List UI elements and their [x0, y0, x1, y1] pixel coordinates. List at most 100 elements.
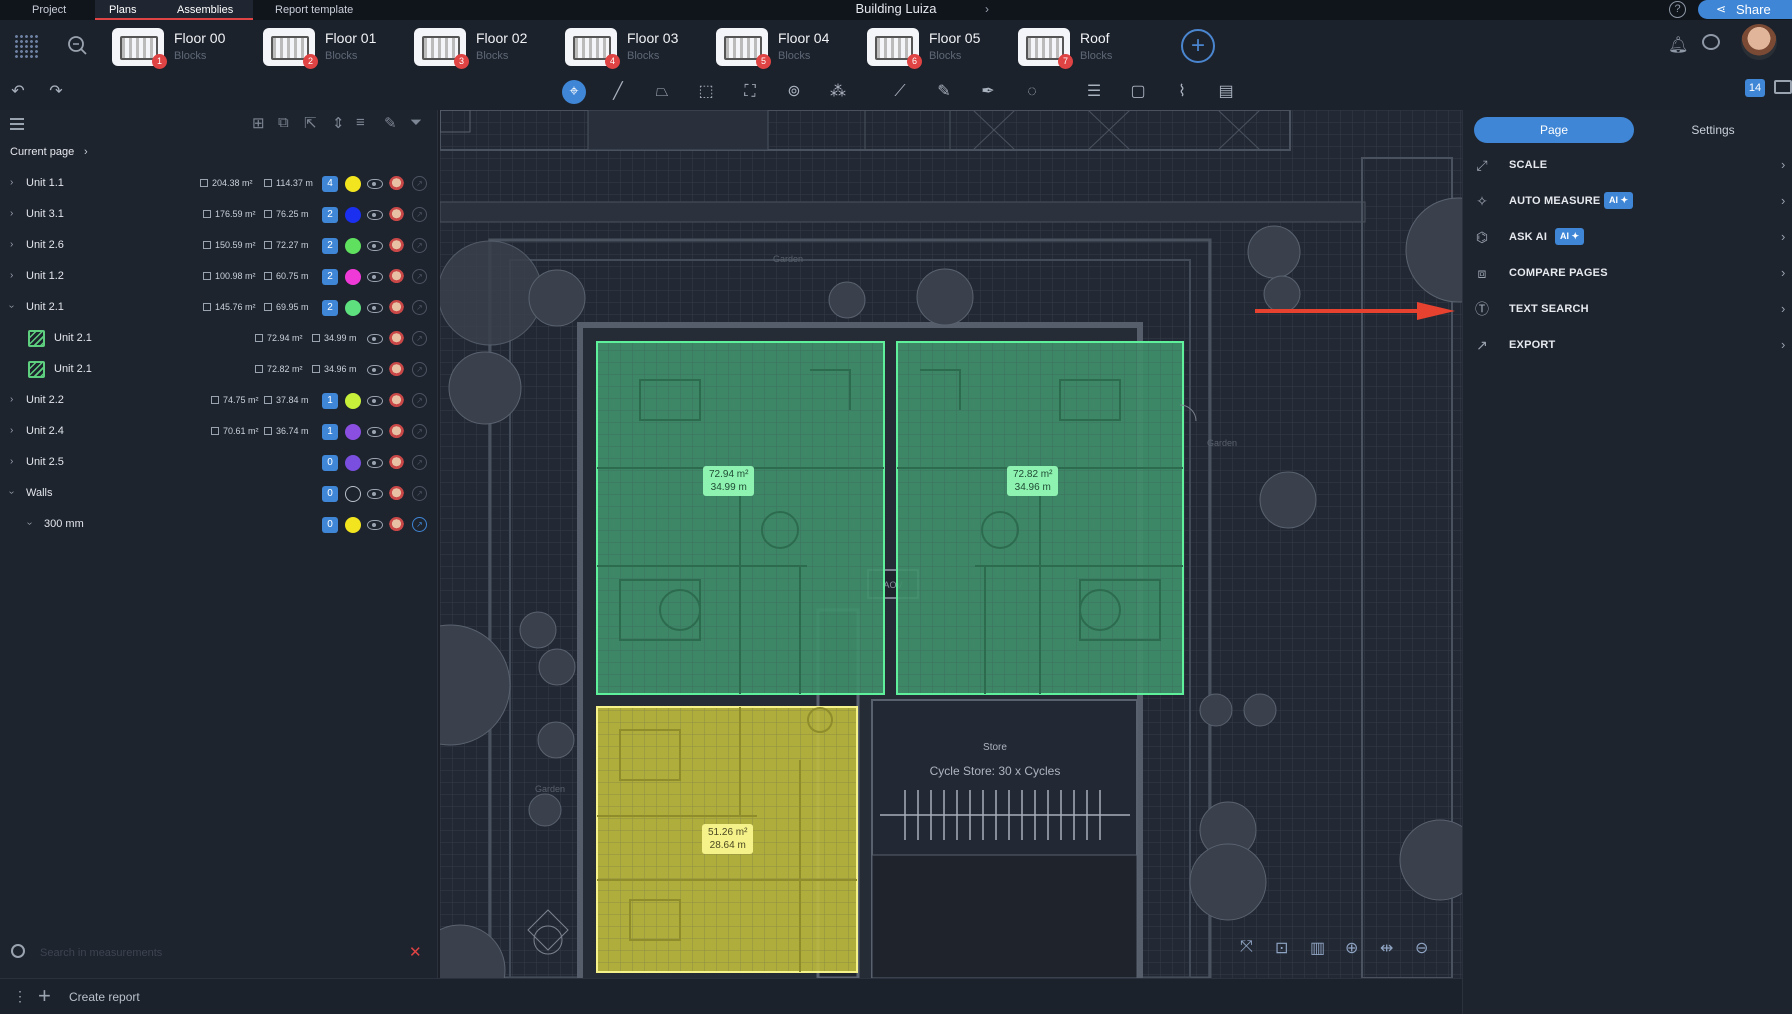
color-swatch[interactable] [345, 207, 361, 223]
ruler-tool-icon[interactable]: ⟋ [888, 80, 912, 104]
line-tool-icon[interactable]: ╱ [606, 80, 630, 104]
tab-project[interactable]: Project [18, 0, 80, 20]
visibility-eye-icon[interactable] [367, 365, 383, 375]
zoom-out-icon[interactable]: ⊖ [1415, 938, 1428, 958]
tab-settings[interactable]: Settings [1634, 117, 1792, 143]
zoom-area-icon[interactable]: ⊡ [1275, 938, 1288, 958]
chevron-right-icon[interactable]: › [10, 425, 13, 436]
list-icon[interactable]: ☰ [1082, 80, 1106, 104]
color-swatch[interactable] [345, 269, 361, 285]
duplicate-icon[interactable]: ⧉ [278, 114, 289, 131]
chevron-right-icon[interactable]: › [10, 270, 13, 281]
link-icon[interactable]: ↗ [412, 424, 427, 439]
area-tool-icon[interactable]: ⛶ [738, 80, 762, 104]
ai-measure-tool-icon[interactable]: ✎ [932, 80, 956, 104]
move-icon[interactable]: ⇱ [304, 114, 317, 132]
color-swatch[interactable] [345, 300, 361, 316]
color-swatch[interactable] [345, 455, 361, 471]
visibility-eye-icon[interactable] [367, 427, 383, 437]
visibility-eye-icon[interactable] [367, 179, 383, 189]
comments-icon[interactable] [1702, 34, 1720, 50]
redo-icon[interactable]: ↷ [44, 80, 68, 104]
fit-width-icon[interactable]: ⇹ [1380, 938, 1393, 958]
map-icon[interactable]: ▥ [1310, 938, 1325, 958]
layers-count-badge[interactable]: 14 [1745, 79, 1765, 97]
visibility-eye-icon[interactable] [367, 303, 383, 313]
help-icon[interactable]: ? [1669, 1, 1686, 18]
tree-row-unit-2-5[interactable]: › Unit 2.5 0 ↗ [0, 448, 438, 478]
visibility-eye-icon[interactable] [367, 489, 383, 499]
plan-floor-00[interactable]: 1 Floor 00 Blocks [112, 26, 258, 70]
plan-floor-05[interactable]: 6 Floor 05 Blocks [867, 26, 1013, 70]
pen-tool-icon[interactable]: ✒ [976, 80, 1000, 104]
lasso-tool-icon[interactable]: ◌ [1020, 80, 1044, 104]
chevron-right-icon[interactable]: › [10, 456, 13, 467]
color-swatch[interactable] [345, 176, 361, 192]
area-label-unit-1-1[interactable]: 51.26 m² 28.64 m [702, 824, 754, 854]
create-report-button[interactable]: Create report [69, 990, 140, 1004]
tab-page[interactable]: Page [1474, 117, 1634, 143]
visibility-eye-icon[interactable] [367, 241, 383, 251]
collapse-icon[interactable]: ⇕ [332, 114, 345, 132]
visibility-eye-icon[interactable] [367, 272, 383, 282]
menu-icon[interactable] [10, 118, 24, 130]
visibility-eye-icon[interactable] [367, 210, 383, 220]
tree-row-unit-1-1[interactable]: › Unit 1.1 204.38 m² 114.37 m 4 ↗ [0, 169, 438, 199]
chevron-right-icon[interactable]: › [10, 394, 13, 405]
menu-ask-ai[interactable]: ⌬ ASK AI AI ✦ › [1473, 224, 1792, 252]
zoom-in-icon[interactable]: ⊕ [1345, 938, 1358, 958]
link-icon[interactable]: ↗ [412, 331, 427, 346]
edit-icon[interactable]: ✎ [384, 114, 397, 132]
rectangle-tool-icon[interactable]: ⬚ [694, 80, 718, 104]
tree-row-unit-1-2[interactable]: › Unit 1.2 100.98 m² 60.75 m 2 ↗ [0, 262, 438, 292]
link-icon[interactable]: ↗ [412, 393, 427, 408]
color-swatch[interactable] [345, 486, 361, 502]
sort-icon[interactable]: ≡ [356, 114, 365, 131]
fit-screen-icon[interactable]: ⤧ [1240, 938, 1253, 956]
plan-canvas[interactable]: Store Cycle Store: 30 x Cycles AOV Garde… [440, 110, 1462, 978]
area-label-unit-2-1-a[interactable]: 72.94 m² 34.99 m [703, 466, 755, 496]
tree-row-walls[interactable]: › Walls 0 ↗ [0, 479, 438, 509]
link-icon[interactable]: ↗ [412, 362, 427, 377]
menu-auto-measure[interactable]: ✧ AUTO MEASURE AI ✦ › [1473, 188, 1792, 216]
polygon-tool-icon[interactable]: ⏢ [650, 80, 674, 104]
tree-row-unit-2-1-part-b[interactable]: Unit 2.1 72.82 m² 34.96 m ↗ [0, 355, 438, 385]
tree-row-unit-3-1[interactable]: › Unit 3.1 176.59 m² 76.25 m 2 ↗ [0, 200, 438, 230]
visibility-eye-icon[interactable] [367, 334, 383, 344]
visibility-eye-icon[interactable] [367, 396, 383, 406]
tab-report-template[interactable]: Report template [261, 0, 367, 20]
visibility-eye-icon[interactable] [367, 458, 383, 468]
group-tool-icon[interactable]: ⁂ [826, 80, 850, 104]
plan-floor-01[interactable]: 2 Floor 01 Blocks [263, 26, 409, 70]
menu-scale[interactable]: ⤢ SCALE › [1473, 152, 1792, 180]
chevron-right-icon[interactable]: › [10, 177, 13, 188]
search-icon[interactable] [66, 34, 88, 56]
color-swatch[interactable] [345, 517, 361, 533]
link-icon[interactable]: ↗ [412, 455, 427, 470]
tab-assemblies[interactable]: Assemblies [177, 0, 233, 20]
area-label-unit-2-1-b[interactable]: 72.82 m² 34.96 m [1007, 466, 1059, 496]
plan-floor-02[interactable]: 3 Floor 02 Blocks [414, 26, 560, 70]
link-icon[interactable]: ↗ [412, 238, 427, 253]
share-button[interactable]: ⋖ Share [1698, 0, 1792, 19]
monitor-icon[interactable] [1774, 80, 1792, 94]
plan-floor-03[interactable]: 4 Floor 03 Blocks [565, 26, 711, 70]
chevron-right-icon[interactable]: › [985, 2, 989, 16]
link-icon[interactable]: ↗ [412, 517, 427, 532]
document-icon[interactable]: ▤ [1214, 80, 1238, 104]
menu-text-search[interactable]: Ⓣ TEXT SEARCH › [1473, 296, 1792, 324]
plus-icon[interactable]: + [38, 983, 51, 1009]
chevron-right-icon[interactable]: › [10, 239, 13, 250]
app-logo-icon[interactable] [14, 34, 40, 60]
chevron-right-icon[interactable]: › [84, 143, 88, 161]
tree-row-unit-2-1-part-a[interactable]: Unit 2.1 72.94 m² 34.99 m ↗ [0, 324, 438, 354]
undo-icon[interactable]: ↶ [6, 80, 30, 104]
avatar[interactable] [1741, 24, 1777, 60]
chevron-down-icon[interactable]: › [24, 522, 35, 525]
tree-row-unit-2-6[interactable]: › Unit 2.6 150.59 m² 72.27 m 2 ↗ [0, 231, 438, 261]
select-tool-icon[interactable]: ⌖ [562, 80, 586, 104]
visibility-eye-icon[interactable] [367, 520, 383, 530]
search-input[interactable] [40, 944, 380, 962]
plan-roof[interactable]: 7 Roof Blocks [1018, 26, 1164, 70]
color-swatch[interactable] [345, 238, 361, 254]
